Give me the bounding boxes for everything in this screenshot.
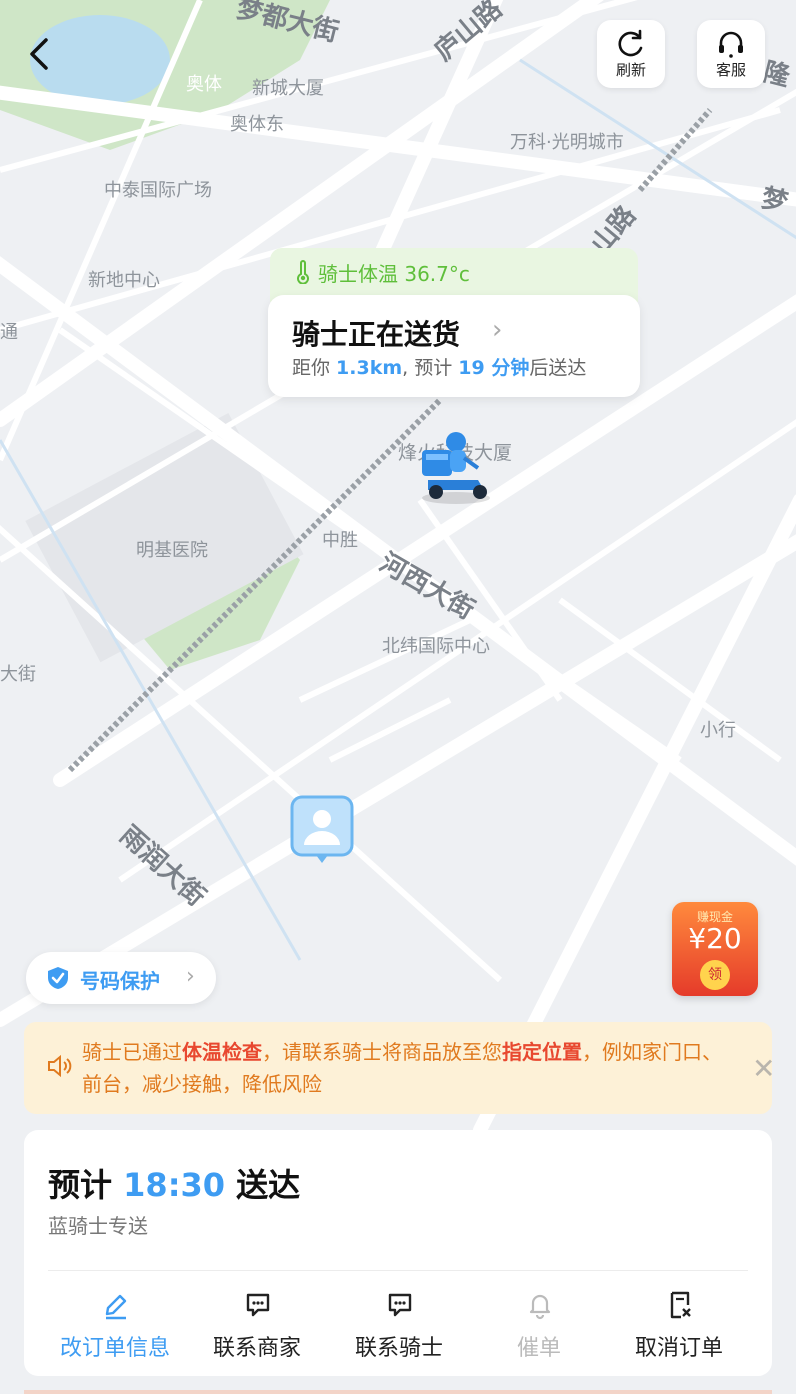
back-icon[interactable] — [22, 34, 58, 74]
notice-part: 骑士已通过 — [82, 1040, 182, 1064]
safety-notice: 骑士已通过体温检查，请联系骑士将商品放至您指定位置，例如家门口、前台，减少接触，… — [24, 1022, 775, 1114]
distance-prefix: 距你 — [292, 357, 337, 379]
shield-check-icon — [48, 967, 68, 989]
service-label: 客服 — [715, 61, 746, 79]
cancel-order-button[interactable]: 取消订单 — [614, 1286, 744, 1366]
eta-middle: , 预计 — [402, 357, 459, 379]
refresh-icon — [618, 29, 643, 57]
cancel-order-label: 取消订单 — [634, 1336, 723, 1361]
number-protection-chip[interactable]: 号码保护 › — [26, 952, 216, 1004]
refresh-label: 刷新 — [615, 61, 646, 79]
thermometer-icon — [297, 260, 309, 284]
customer-service-button[interactable]: 客服 — [697, 20, 765, 88]
chat-icon — [388, 1293, 412, 1317]
map-label: 奥体 — [186, 74, 222, 95]
safety-notice-text: 骑士已通过体温检查，请联系骑士将商品放至您指定位置，例如家门口、前台，减少接触，… — [82, 1036, 722, 1100]
eta-prefix: 预计 — [48, 1166, 124, 1204]
promo-claim: 领 — [700, 960, 730, 990]
order-eta: 预计 18:30 送达 — [48, 1160, 300, 1206]
eta-time: 18:30 — [123, 1166, 226, 1204]
urge-order-label: 催单 — [516, 1336, 561, 1361]
close-icon[interactable]: ✕ — [752, 1052, 775, 1085]
cash-reward-badge[interactable]: 赚现金 ¥20 领 — [672, 902, 758, 996]
map-label: 新城大厦 — [252, 78, 324, 99]
bell-icon — [529, 1294, 551, 1320]
map-label: 小行 — [700, 720, 736, 741]
map-label: 新地中心 — [88, 270, 160, 291]
refresh-button[interactable]: 刷新 — [597, 20, 665, 88]
edit-icon — [105, 1294, 127, 1320]
chevron-right-icon: › — [186, 964, 195, 989]
bottom-card-edge — [24, 1390, 772, 1394]
delivery-service: 蓝骑士专送 — [48, 1214, 148, 1238]
divider — [48, 1270, 748, 1271]
distance-value: 1.3km — [336, 357, 403, 379]
notice-part: ，请联系骑士将商品放至您 — [262, 1040, 502, 1064]
promo-amount: ¥20 — [688, 922, 742, 955]
user-location-pin[interactable] — [290, 795, 354, 865]
chevron-right-icon: › — [492, 315, 503, 345]
eta-suffix: 送达 — [225, 1166, 301, 1204]
contact-rider-button[interactable]: 联系骑士 — [334, 1286, 464, 1366]
order-card: 预计 18:30 送达 蓝骑士专送 改订单信息 联系商家 联系骑士 催单 取消订… — [24, 1130, 772, 1376]
rider-eta-line: 距你 1.3km, 预计 19 分钟后送达 — [292, 353, 586, 380]
contact-merchant-button[interactable]: 联系商家 — [192, 1286, 322, 1366]
chat-icon — [246, 1293, 270, 1317]
headset-icon — [719, 31, 743, 58]
contact-rider-label: 联系骑士 — [354, 1336, 443, 1361]
notice-highlight: 指定位置 — [502, 1040, 582, 1064]
rider-temperature-text: 骑士体温 36.7°c — [318, 262, 470, 286]
notice-highlight: 体温检查 — [182, 1040, 262, 1064]
map-label: 中胜 — [322, 530, 358, 551]
map-label: 中泰国际广场 — [104, 180, 212, 201]
map-label: 大街 — [0, 664, 36, 685]
map-label: 明基医院 — [136, 540, 208, 561]
speaker-icon — [48, 1054, 72, 1078]
rider-status-title: 骑士正在送货 — [292, 318, 461, 351]
number-protection-label: 号码保护 — [80, 969, 160, 993]
map-label: 万科·光明城市 — [510, 132, 624, 153]
map-label: 通 — [0, 322, 18, 343]
rider-scooter-icon[interactable] — [408, 428, 498, 508]
contact-merchant-label: 联系商家 — [212, 1336, 301, 1361]
eta-suffix: 后送达 — [529, 357, 587, 379]
eta-minutes: 19 分钟 — [458, 357, 530, 379]
map-label: 北纬国际中心 — [382, 636, 490, 657]
map-label: 奥体东 — [230, 114, 284, 135]
rider-status-bubble[interactable]: 骑士正在送货 › 距你 1.3km, 预计 19 分钟后送达 — [268, 295, 640, 397]
cancel-order-icon — [670, 1291, 691, 1319]
rider-temperature-banner: 骑士体温 36.7°c — [270, 248, 638, 302]
urge-order-button[interactable]: 催单 — [474, 1286, 604, 1366]
edit-order-label: 改订单信息 — [59, 1336, 170, 1361]
edit-order-button[interactable]: 改订单信息 — [50, 1286, 180, 1366]
